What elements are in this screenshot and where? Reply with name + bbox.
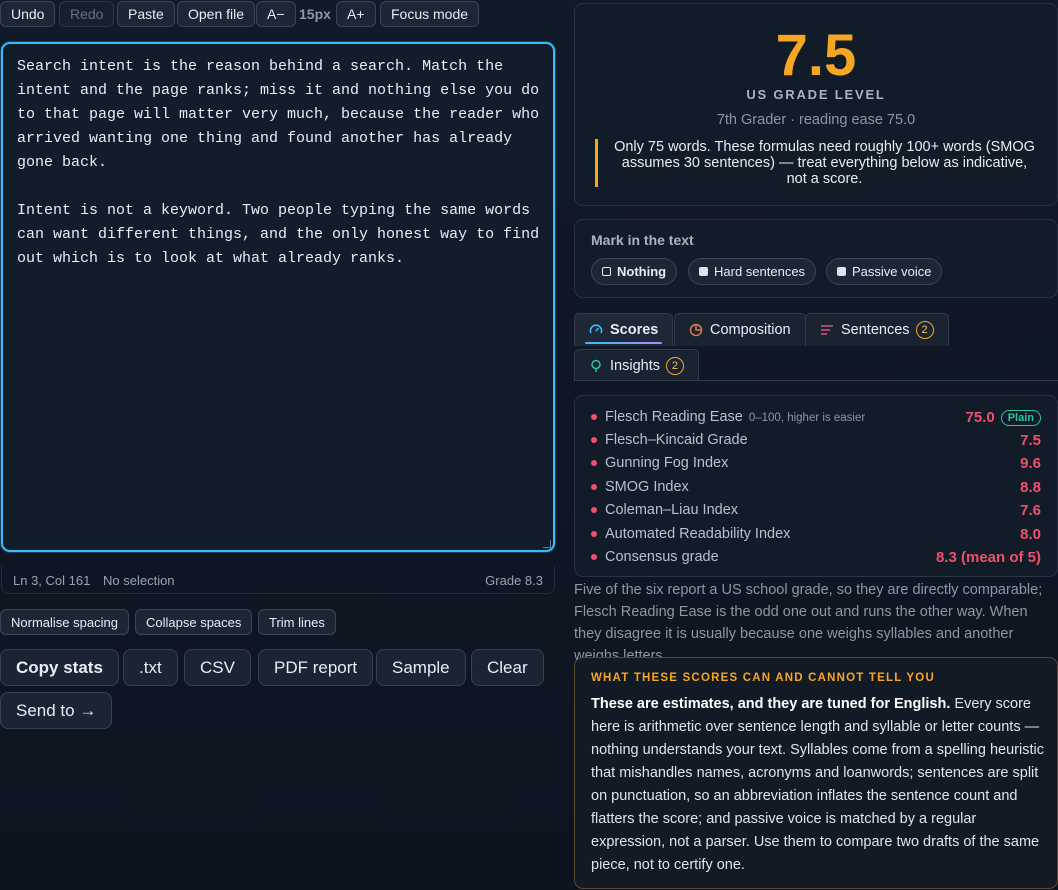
checkbox-icon xyxy=(602,267,611,276)
score-dot xyxy=(591,531,597,537)
grade-status: Grade 8.3 xyxy=(485,573,543,588)
score-row-consensus: Consensus grade 8.3 (mean of 5) xyxy=(575,546,1057,569)
plain-badge: Plain xyxy=(1000,410,1041,426)
grade-subtitle: 7th Grader · reading ease 75.0 xyxy=(716,112,916,128)
tabs-divider xyxy=(574,380,1058,381)
clear-button[interactable]: Clear xyxy=(471,649,544,686)
copy-stats-button[interactable]: Copy stats xyxy=(0,649,119,686)
pie-chart-icon xyxy=(689,323,703,337)
paste-button[interactable]: Paste xyxy=(117,1,175,27)
tab-scores[interactable]: Scores xyxy=(574,313,674,346)
tab-sentences[interactable]: Sentences 2 xyxy=(805,313,949,346)
score-name: Coleman–Liau Index xyxy=(605,502,739,518)
mark-nothing-chip[interactable]: Nothing xyxy=(591,258,678,285)
score-value: 7.5 xyxy=(1020,432,1041,449)
tab-label: Composition xyxy=(710,322,791,338)
caveat-lead: These are estimates, and they are tuned … xyxy=(591,696,951,712)
score-name: Flesch–Kincaid Grade xyxy=(605,432,748,448)
normalise-spacing-button[interactable]: Normalise spacing xyxy=(0,609,129,635)
redo-button[interactable]: Redo xyxy=(59,1,115,27)
checkbox-icon xyxy=(699,267,708,276)
score-dot xyxy=(591,554,597,560)
lines-icon xyxy=(820,323,834,337)
tab-label: Sentences xyxy=(841,322,910,338)
caveat-body: These are estimates, and they are tuned … xyxy=(591,693,1047,877)
tab-label: Scores xyxy=(610,322,659,338)
resize-grip-icon[interactable] xyxy=(543,540,551,548)
editor-status-bar: Ln 3, Col 161 No selection Grade 8.3 xyxy=(1,566,555,594)
cursor-position: Ln 3, Col 161 xyxy=(13,573,91,588)
text-editor[interactable]: Search intent is the reason behind a sea… xyxy=(1,42,555,552)
score-name: Automated Readability Index xyxy=(605,526,791,542)
grade-label: US GRADE LEVEL xyxy=(746,87,886,102)
score-row-smog: SMOG Index 8.8 xyxy=(575,476,1057,499)
sample-button[interactable]: Sample xyxy=(376,649,466,686)
score-dot xyxy=(591,414,597,420)
score-name: Flesch Reading Ease xyxy=(605,409,743,425)
scores-panel: Flesch Reading Ease 0–100, higher is easi… xyxy=(574,395,1058,577)
caveat-text: Every score here is arithmetic over sent… xyxy=(591,696,1044,873)
open-file-button[interactable]: Open file xyxy=(177,1,256,27)
mark-hard-sentences-chip[interactable]: Hard sentences xyxy=(688,258,817,285)
caveat-card: WHAT THESE SCORES CAN AND CANNOT TELL YO… xyxy=(574,657,1058,889)
chip-label: Passive voice xyxy=(852,264,932,279)
font-size-value: 15px xyxy=(299,6,331,22)
mark-passive-voice-chip[interactable]: Passive voice xyxy=(826,258,943,285)
chip-label: Hard sentences xyxy=(714,264,806,279)
editor-text[interactable]: Search intent is the reason behind a sea… xyxy=(17,55,547,271)
score-row-ari: Automated Readability Index 8.0 xyxy=(575,523,1057,546)
tab-composition[interactable]: Composition xyxy=(674,313,806,346)
trim-lines-button[interactable]: Trim lines xyxy=(258,609,336,635)
score-dot xyxy=(591,484,597,490)
score-hint: 0–100, higher is easier xyxy=(748,412,866,424)
mark-panel: Mark in the text Nothing Hard sentences … xyxy=(574,219,1058,298)
tab-insights[interactable]: Insights 2 xyxy=(574,349,699,381)
focus-mode-button[interactable]: Focus mode xyxy=(380,1,480,27)
score-value: 75.0 xyxy=(965,409,995,426)
score-row-flesch-kincaid: Flesch–Kincaid Grade 7.5 xyxy=(575,429,1057,452)
tab-label: Insights xyxy=(610,357,660,374)
score-row-flesch-reading-ease: Flesch Reading Ease 0–100, higher is easi… xyxy=(575,406,1057,429)
grade-summary-card: 7.5 US GRADE LEVEL 7th Grader · reading … xyxy=(574,3,1058,206)
score-value: 8.8 xyxy=(1020,479,1041,496)
font-decrease-button[interactable]: A− xyxy=(256,1,296,27)
export-csv-button[interactable]: CSV xyxy=(184,649,251,686)
score-dot xyxy=(591,437,597,443)
checkbox-icon xyxy=(837,267,846,276)
selection-status: No selection xyxy=(103,573,175,588)
score-value: 8.3 (mean of 5) xyxy=(935,549,1041,566)
score-name: Consensus grade xyxy=(605,549,719,565)
mark-title: Mark in the text xyxy=(591,232,694,248)
score-value: 8.0 xyxy=(1020,526,1041,543)
collapse-spaces-button[interactable]: Collapse spaces xyxy=(135,609,253,635)
score-dot xyxy=(591,460,597,466)
word-count-warning: Only 75 words. These formulas need rough… xyxy=(595,139,1039,187)
pdf-report-button[interactable]: PDF report xyxy=(258,649,374,686)
chip-label: Nothing xyxy=(617,264,667,279)
caveat-title: WHAT THESE SCORES CAN AND CANNOT TELL YO… xyxy=(591,672,935,684)
score-name: SMOG Index xyxy=(605,479,689,495)
score-row-gunning-fog: Gunning Fog Index 9.6 xyxy=(575,452,1057,475)
lightbulb-icon xyxy=(589,359,603,373)
gauge-icon xyxy=(589,323,603,337)
score-name: Gunning Fog Index xyxy=(605,455,729,471)
score-row-coleman-liau: Coleman–Liau Index 7.6 xyxy=(575,499,1057,522)
send-to-button[interactable]: Send to → xyxy=(0,692,113,729)
export-txt-button[interactable]: .txt xyxy=(123,649,178,686)
sentences-count-badge: 2 xyxy=(915,321,934,339)
score-dot xyxy=(591,507,597,513)
score-value: 9.6 xyxy=(1020,455,1041,472)
font-increase-button[interactable]: A+ xyxy=(336,1,376,27)
grade-value: 7.5 xyxy=(775,23,857,88)
undo-button[interactable]: Undo xyxy=(0,1,56,27)
scores-note: Five of the six report a US school grade… xyxy=(574,582,1043,664)
score-value: 7.6 xyxy=(1020,502,1041,519)
insights-count-badge: 2 xyxy=(665,356,684,375)
